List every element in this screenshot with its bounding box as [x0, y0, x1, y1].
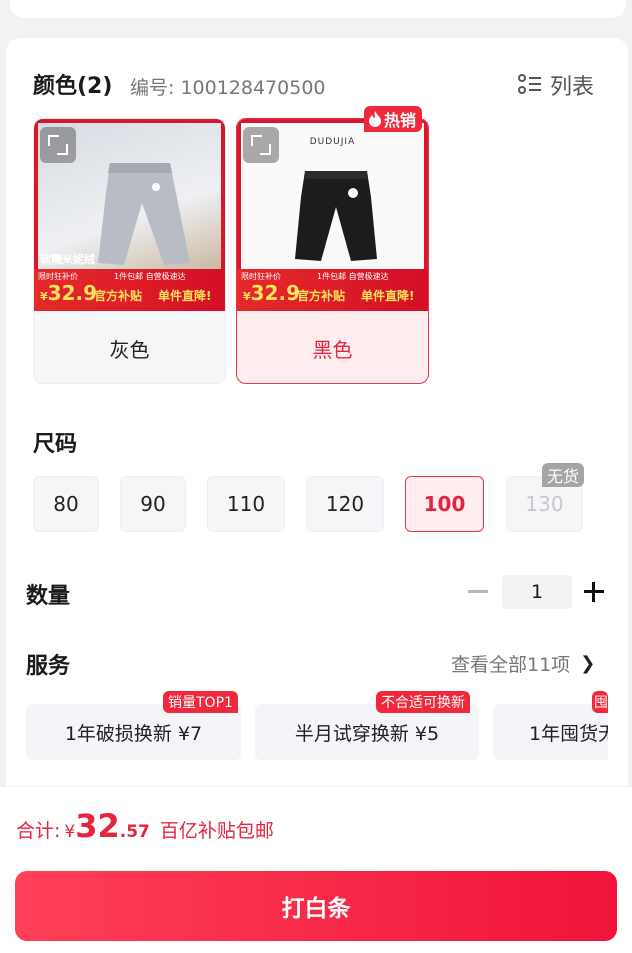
service-badge: 销量TOP1 — [163, 691, 238, 713]
minus-icon[interactable] — [468, 590, 488, 593]
promo-banner: 限时狂补价 1件包邮 自营极速达 ¥32.9 官方补贴 单件直降! — [34, 269, 225, 311]
size-option-120[interactable]: 120 — [306, 476, 384, 532]
expand-icon[interactable] — [40, 127, 76, 163]
size-option-90[interactable]: 90 — [120, 476, 186, 532]
service-badge: 囤货 — [592, 691, 608, 713]
banner-tag-discount: 单件直降! — [361, 289, 415, 303]
chevron-right-icon: ❯ — [580, 653, 596, 674]
service-option-stock[interactable]: 1年囤货无忧 — [493, 704, 608, 760]
total-label: 合计: — [16, 820, 61, 842]
service-badge: 不合适可换新 — [376, 691, 470, 713]
promo-text: 百亿补贴包邮 — [159, 820, 274, 842]
expand-icon[interactable] — [243, 127, 279, 163]
size-option-100[interactable]: 100 — [405, 476, 484, 532]
currency-symbol: ¥ — [64, 822, 76, 842]
color-section-title: 颜色(2) — [33, 74, 113, 99]
credit-pay-button[interactable]: 打白条 — [15, 871, 617, 941]
banner-mini-right: 1件包邮 自营极速达 — [317, 272, 389, 281]
banner-price: ¥32.9 — [243, 281, 301, 305]
size-option-80[interactable]: 80 — [33, 476, 99, 532]
promo-banner: 限时狂补价 1件包邮 自营极速达 ¥32.9 官方补贴 单件直降! — [237, 269, 428, 311]
product-code: 编号: 100128470500 — [130, 77, 326, 99]
color-option-label: 灰色 — [109, 337, 150, 362]
banner-price-value: 32.9 — [250, 281, 301, 305]
banner-price: ¥32.9 — [40, 281, 98, 305]
variant-thumbnail: DUDUJIA 限时狂补价 1件包邮 自营极速达 ¥32.9 官方补贴 单件直降… — [237, 119, 428, 311]
sku-selector-panel: 颜色(2) 编号: 100128470500 列表 软糯米妮绒 限时狂补价 1件… — [6, 38, 628, 798]
flame-icon — [369, 111, 381, 127]
total-price: 合计: ¥ 32 .57 百亿补贴包邮 — [16, 807, 274, 845]
color-option-grey[interactable]: 软糯米妮绒 限时狂补价 1件包邮 自营极速达 ¥32.9 官方补贴 单件直降! … — [33, 118, 226, 384]
banner-tag-subsidy: 官方补贴 — [297, 289, 346, 303]
size-option-110[interactable]: 110 — [207, 476, 285, 532]
view-all-label: 查看全部11项 — [451, 654, 571, 676]
checkout-footer: 合计: ¥ 32 .57 百亿补贴包邮 打白条 — [0, 786, 632, 953]
price-decimal: .57 — [119, 822, 150, 842]
color-option-label: 黑色 — [312, 337, 353, 362]
overlay-text: 软糯米妮绒 — [40, 253, 95, 266]
size-section-title: 尺码 — [33, 432, 78, 457]
banner-tag-subsidy: 官方补贴 — [94, 289, 143, 303]
list-icon — [518, 73, 542, 97]
quantity-title: 数量 — [26, 584, 71, 609]
services-title: 服务 — [26, 654, 71, 679]
variant-thumbnail: 软糯米妮绒 限时狂补价 1件包邮 自营极速达 ¥32.9 官方补贴 单件直降! — [34, 119, 225, 311]
banner-price-value: 32.9 — [47, 281, 98, 305]
banner-tag-discount: 单件直降! — [158, 289, 212, 303]
hot-sale-label: 热销 — [384, 111, 417, 130]
list-view-toggle[interactable]: 列表 — [518, 69, 594, 101]
color-option-black[interactable]: DUDUJIA 限时狂补价 1件包邮 自营极速达 ¥32.9 官方补贴 单件直降… — [236, 118, 429, 384]
hot-sale-badge: 热销 — [364, 106, 423, 132]
price-integer: 32 — [75, 807, 120, 845]
grey-pants-image — [98, 163, 190, 265]
previous-card-edge — [10, 0, 626, 18]
out-of-stock-badge: 无货 — [542, 463, 584, 487]
black-pants-image — [295, 171, 377, 261]
banner-mini-right: 1件包邮 自营极速达 — [114, 272, 186, 281]
view-all-services[interactable]: 查看全部11项 ❯ — [451, 650, 595, 677]
quantity-input[interactable]: 1 — [502, 575, 572, 609]
plus-icon[interactable] — [584, 582, 604, 602]
list-view-label: 列表 — [550, 75, 595, 100]
